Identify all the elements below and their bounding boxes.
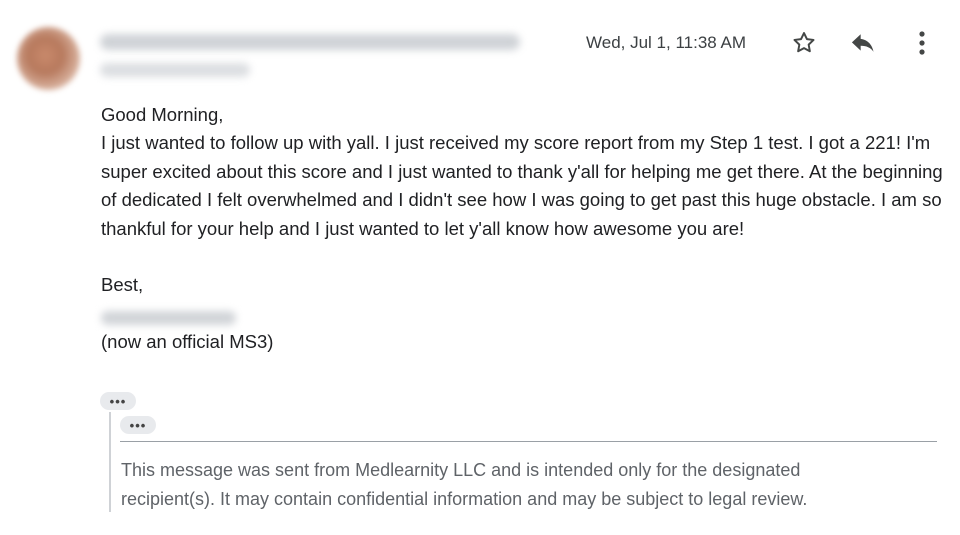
message-body: Good Morning, I just wanted to follow up… [101, 101, 946, 357]
show-trimmed-content-button[interactable]: ••• [100, 392, 136, 410]
legal-disclaimer: This message was sent from Medlearnity L… [121, 460, 808, 509]
star-icon [793, 32, 815, 53]
message-date: Wed, Jul 1, 11:38 AM [586, 33, 747, 52]
message-paragraph: I just wanted to follow up with yall. I … [101, 132, 943, 239]
signature-note: (now an official MS3) [101, 331, 274, 353]
more-vert-icon [919, 31, 925, 55]
quote-divider [120, 441, 937, 442]
sender-avatar[interactable] [17, 27, 80, 90]
greeting: Good Morning, [101, 104, 224, 125]
star-button[interactable] [788, 27, 820, 59]
show-quoted-content-button[interactable]: ••• [120, 416, 156, 434]
sender-name-email[interactable] [100, 34, 520, 50]
signature-name [101, 310, 236, 325]
recipient-line[interactable] [100, 63, 250, 77]
more-options-button[interactable] [906, 27, 938, 59]
reply-button[interactable] [847, 27, 879, 59]
quote-bar [109, 412, 111, 512]
closing: Best, [101, 274, 144, 296]
reply-icon [851, 34, 874, 52]
